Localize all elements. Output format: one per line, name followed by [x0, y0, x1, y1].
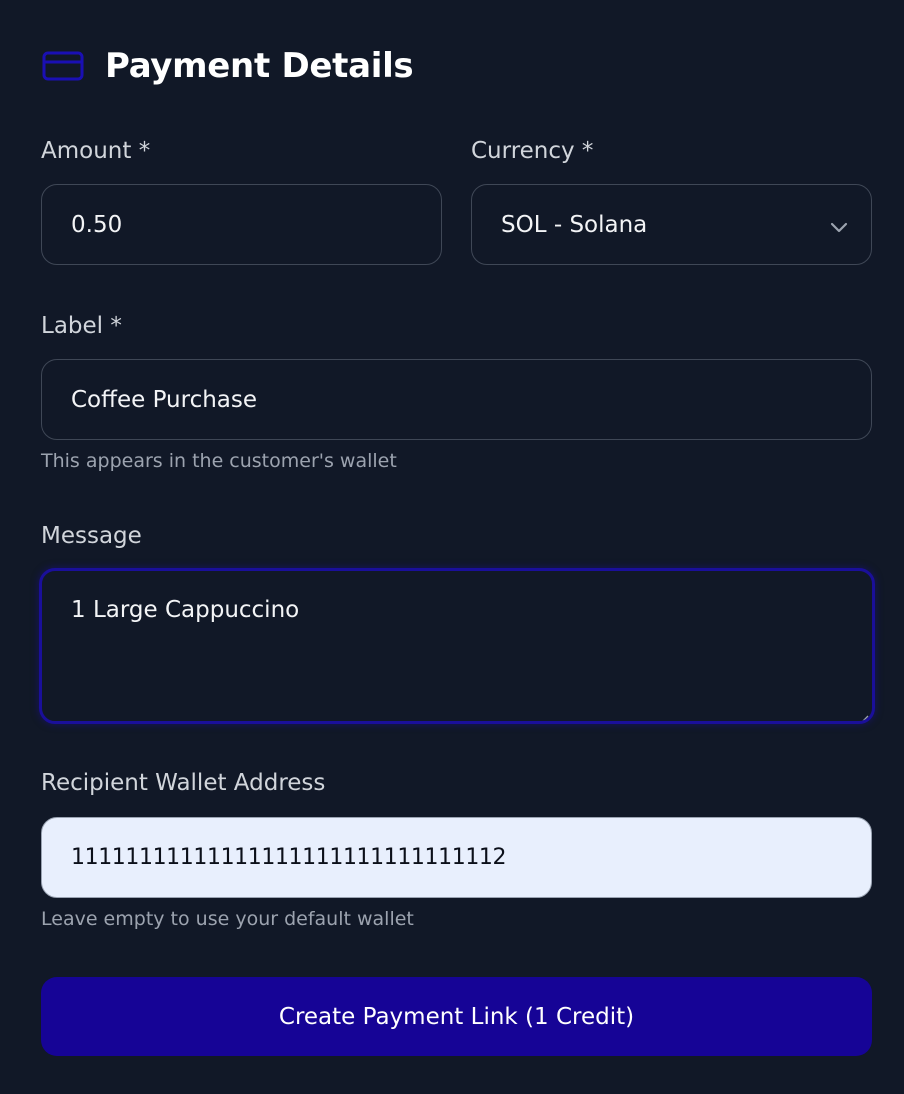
- chevron-down-icon: [829, 216, 849, 234]
- create-payment-link-button[interactable]: Create Payment Link (1 Credit): [41, 977, 872, 1056]
- message-label: Message: [41, 523, 142, 549]
- message-value: 1 Large Cappuccino: [71, 597, 300, 623]
- currency-select[interactable]: SOL - Solana: [471, 184, 872, 265]
- amount-label: Amount *: [41, 138, 151, 164]
- currency-label: Currency *: [471, 138, 594, 164]
- wallet-label: Recipient Wallet Address: [41, 770, 326, 796]
- credit-card-icon: [41, 44, 85, 88]
- currency-selected-value: SOL - Solana: [501, 211, 648, 238]
- label-help-text: This appears in the customer's wallet: [41, 450, 397, 472]
- wallet-address-input[interactable]: 11111111111111111111111111111112: [41, 817, 872, 898]
- message-textarea[interactable]: 1 Large Cappuccino: [39, 568, 875, 724]
- wallet-address-value: 11111111111111111111111111111112: [71, 845, 507, 870]
- wallet-help-text: Leave empty to use your default wallet: [41, 908, 414, 930]
- section-title: Payment Details: [105, 46, 414, 86]
- label-value: Coffee Purchase: [71, 386, 258, 413]
- section-header: Payment Details: [41, 44, 414, 88]
- label-input[interactable]: Coffee Purchase: [41, 359, 872, 440]
- label-field-label: Label *: [41, 313, 122, 339]
- resize-handle-icon[interactable]: [857, 706, 869, 721]
- amount-input[interactable]: 0.50: [41, 184, 442, 265]
- amount-value: 0.50: [71, 211, 123, 238]
